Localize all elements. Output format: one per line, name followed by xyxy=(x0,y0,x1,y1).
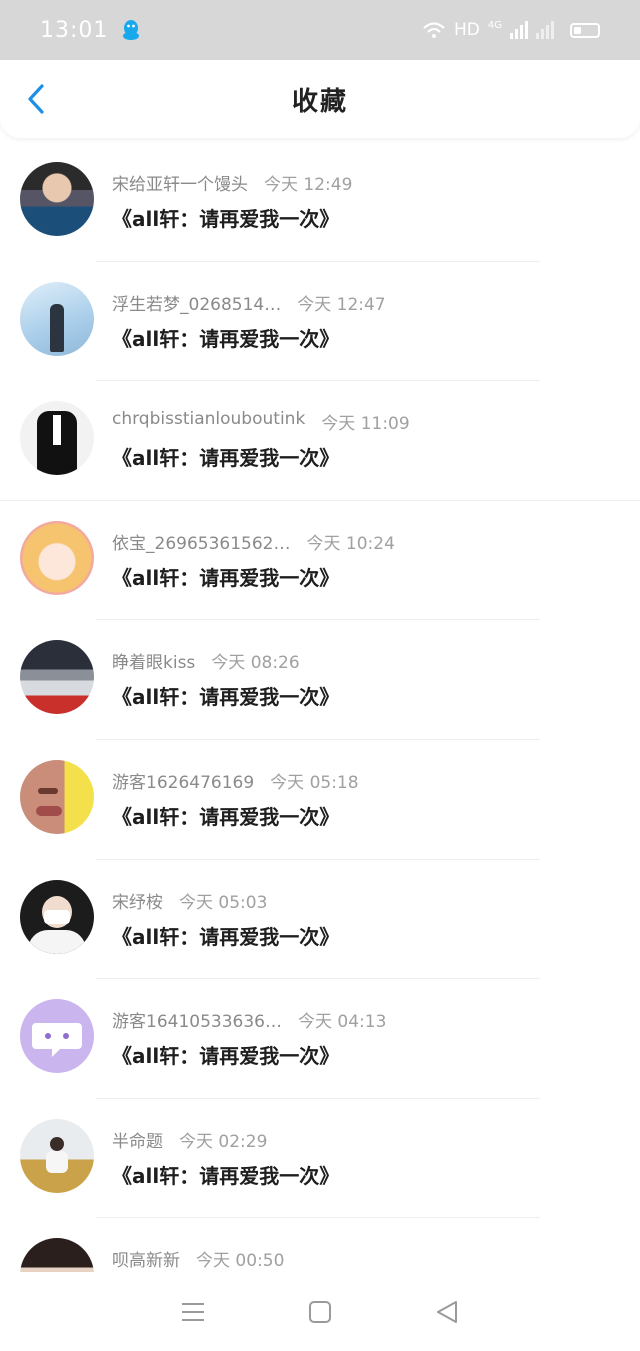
signal-icon xyxy=(510,21,528,39)
avatar[interactable] xyxy=(20,162,94,236)
chat-bubble-icon xyxy=(32,1023,82,1058)
story-title[interactable]: 《all轩：请再爱我一次》 xyxy=(112,921,339,950)
list-item[interactable]: 宋纾桉 今天 05:03 《all轩：请再爱我一次》 xyxy=(0,860,640,980)
list-item[interactable]: 睁着眼kiss 今天 08:26 《all轩：请再爱我一次》 xyxy=(0,620,640,740)
list-item[interactable]: 游客1626476169 今天 05:18 《all轩：请再爱我一次》 xyxy=(0,740,640,860)
list-item[interactable]: 宋给亚轩一个馒头 今天 12:49 《all轩：请再爱我一次》 xyxy=(0,142,640,262)
avatar[interactable] xyxy=(20,640,94,715)
top-bar: 收藏 xyxy=(0,60,640,138)
list-item[interactable]: chrqbisstianlouboutink 今天 11:09 《all轩：请再爱… xyxy=(0,381,640,501)
network-type: 4G xyxy=(487,20,502,31)
user-name[interactable]: 呗高新新 xyxy=(112,1246,180,1271)
list-item[interactable]: 呗高新新 今天 00:50 xyxy=(0,1218,640,1272)
avatar[interactable] xyxy=(20,401,94,476)
list-item[interactable]: 浮生若梦_0268514… 今天 12:47 《all轩：请再爱我一次》 xyxy=(0,262,640,382)
avatar[interactable] xyxy=(20,1118,94,1193)
story-title[interactable]: 《all轩：请再爱我一次》 xyxy=(112,442,410,471)
list-item[interactable]: 游客16410533636… 今天 04:13 《all轩：请再爱我一次》 xyxy=(0,979,640,1099)
back-button[interactable] xyxy=(20,82,50,116)
favorites-list: 宋给亚轩一个馒头 今天 12:49 《all轩：请再爱我一次》 浮生若梦_0268… xyxy=(0,142,640,1272)
story-title[interactable]: 《all轩：请再爱我一次》 xyxy=(112,323,386,352)
timestamp: 今天 02:29 xyxy=(179,1131,268,1152)
avatar[interactable] xyxy=(20,879,94,954)
timestamp: 今天 05:03 xyxy=(179,892,268,913)
timestamp: 今天 05:18 xyxy=(270,772,359,793)
timestamp: 今天 12:49 xyxy=(264,175,353,195)
timestamp: 今天 10:24 xyxy=(306,533,395,554)
timestamp: 今天 12:47 xyxy=(297,294,386,315)
story-title[interactable]: 《all轩：请再爱我一次》 xyxy=(112,801,359,830)
user-name[interactable]: 宋纾桉 xyxy=(112,888,163,913)
timestamp: 今天 00:50 xyxy=(196,1251,285,1272)
page-title: 收藏 xyxy=(291,86,348,117)
status-time: 13:01 xyxy=(40,17,109,43)
story-title[interactable]: 《all轩：请再爱我一次》 xyxy=(112,1040,386,1069)
list-item[interactable]: 依宝_26965361562… 今天 10:24 《all轩：请再爱我一次》 xyxy=(0,501,640,621)
user-name[interactable]: chrqbisstianlouboutink xyxy=(112,409,305,434)
story-title[interactable]: 《all轩：请再爱我一次》 xyxy=(112,562,395,591)
timestamp: 今天 11:09 xyxy=(321,414,410,435)
avatar[interactable] xyxy=(20,759,94,834)
menu-icon[interactable] xyxy=(178,1297,208,1327)
user-name[interactable]: 睁着眼kiss xyxy=(112,648,195,673)
avatar[interactable] xyxy=(20,520,94,595)
system-nav-bar xyxy=(0,1272,640,1351)
user-name[interactable]: 宋给亚轩一个馒头 xyxy=(112,170,248,195)
user-name[interactable]: 游客1626476169 xyxy=(112,768,254,793)
timestamp: 今天 08:26 xyxy=(211,653,300,674)
qq-penguin-icon xyxy=(123,20,140,40)
hd-label: HD xyxy=(454,20,480,40)
avatar[interactable] xyxy=(20,1238,94,1272)
story-title[interactable]: 《all轩：请再爱我一次》 xyxy=(112,681,339,710)
list-item[interactable]: 半命题 今天 02:29 《all轩：请再爱我一次》 xyxy=(0,1099,640,1219)
status-bar: 13:01 HD 4G xyxy=(0,0,640,60)
signal-2-icon xyxy=(536,21,554,39)
story-title[interactable]: 《all轩：请再爱我一次》 xyxy=(112,1160,339,1189)
battery-icon xyxy=(570,22,600,38)
timestamp: 今天 04:13 xyxy=(297,1012,387,1033)
wifi-icon xyxy=(423,22,445,38)
user-name[interactable]: 半命题 xyxy=(112,1127,163,1152)
user-name[interactable]: 游客16410533636… xyxy=(112,1007,282,1032)
user-name[interactable]: 浮生若梦_0268514… xyxy=(112,290,281,315)
square-home-icon[interactable] xyxy=(305,1297,335,1327)
triangle-back-icon[interactable] xyxy=(432,1297,462,1327)
user-name[interactable]: 依宝_26965361562… xyxy=(112,529,290,554)
story-title[interactable]: 《all轩：请再爱我一次》 xyxy=(112,203,352,232)
avatar[interactable] xyxy=(20,281,94,356)
avatar[interactable] xyxy=(20,999,94,1074)
